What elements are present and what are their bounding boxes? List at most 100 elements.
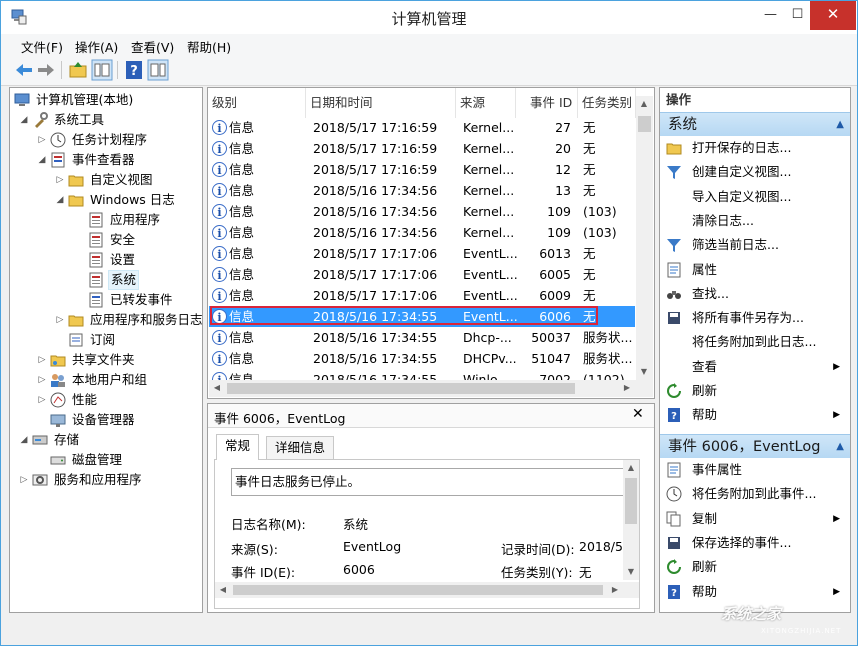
tree-label: 已转发事件 — [108, 290, 175, 310]
close-icon[interactable]: ✕ — [632, 406, 644, 422]
scroll-right-arrow-icon[interactable]: ▶ — [619, 380, 635, 396]
column-source[interactable]: 来源 — [456, 88, 516, 118]
up-folder-icon[interactable] — [67, 59, 89, 81]
actions-section-event[interactable]: 事件 6006，EventLog ▲ — [660, 434, 850, 458]
horizontal-scrollbar[interactable]: ◀ ▶ — [209, 380, 637, 397]
scroll-up-arrow-icon[interactable]: ▲ — [636, 96, 652, 112]
action-item[interactable]: 将所有事件另存为... — [660, 306, 850, 330]
table-row[interactable]: 信息2018/5/17 17:16:59Kernel...12无 — [209, 159, 635, 180]
scroll-left-arrow-icon[interactable]: ◀ — [215, 582, 231, 598]
collapse-arrow-icon[interactable]: ◢ — [54, 190, 66, 210]
submenu-arrow-icon: ▶ — [833, 507, 840, 531]
vertical-scrollbar[interactable]: ▲ ▼ — [623, 460, 639, 580]
action-item[interactable]: 导入自定义视图... — [660, 185, 850, 209]
console-tree[interactable]: 计算机管理(本地) ◢ 系统工具 ▷ 任务计划程序 ◢ 事件查看器 ▷ 自定义视… — [9, 87, 203, 613]
log-name-label: 日志名称(M): — [231, 514, 306, 533]
info-icon — [212, 183, 227, 198]
vertical-scrollbar[interactable]: ▲ ▼ — [636, 96, 653, 380]
table-row[interactable]: 信息2018/5/17 17:17:06EventL...6005无 — [209, 264, 635, 285]
performance-icon — [50, 392, 66, 408]
table-row[interactable]: 信息2018/5/16 17:34:56Kernel...109(103) — [209, 222, 635, 243]
action-item[interactable]: 创建自定义视图... — [660, 160, 850, 184]
action-item[interactable]: ?帮助▶ — [660, 403, 850, 427]
table-row[interactable]: 信息2018/5/16 17:34:55DHCPv...51047服务状... — [209, 348, 635, 369]
collapse-arrow-icon[interactable]: ◢ — [36, 150, 48, 170]
scrollbar-thumb[interactable] — [227, 383, 575, 394]
date-time-cell: 2018/5/17 17:16:59 — [313, 159, 457, 180]
maximize-button[interactable]: ☐ — [784, 1, 811, 30]
action-item[interactable]: 将任务附加到此事件... — [660, 482, 850, 506]
expand-arrow-icon[interactable]: ▷ — [36, 390, 48, 410]
expand-arrow-icon[interactable]: ▷ — [36, 350, 48, 370]
source-cell: Kernel... — [463, 117, 519, 138]
action-item[interactable]: 复制▶ — [660, 507, 850, 531]
expand-arrow-icon[interactable]: ▷ — [36, 370, 48, 390]
collapse-caret-icon[interactable]: ▲ — [836, 435, 844, 459]
collapse-arrow-icon[interactable]: ◢ — [18, 430, 30, 450]
back-arrow-icon[interactable] — [13, 59, 35, 81]
expand-arrow-icon[interactable]: ▷ — [54, 310, 66, 330]
show-hide-console-tree-icon[interactable] — [91, 59, 113, 81]
tab-details[interactable]: 详细信息 — [266, 436, 334, 460]
task-category-cell: 无 — [583, 117, 635, 138]
action-item[interactable]: 保存选择的事件... — [660, 531, 850, 555]
menu-file[interactable]: 文件(F) — [21, 37, 63, 56]
column-event-id[interactable]: 事件 ID — [516, 88, 578, 118]
title-bar[interactable]: 计算机管理 — ☐ ✕ — [1, 1, 857, 34]
column-task-category[interactable]: 任务类别 — [578, 88, 636, 118]
action-item[interactable]: 刷新 — [660, 555, 850, 579]
info-icon — [212, 204, 227, 219]
action-item[interactable]: 将任务附加到此日志... — [660, 330, 850, 354]
action-item[interactable]: 查找... — [660, 282, 850, 306]
action-item[interactable]: 事件属性 — [660, 458, 850, 482]
table-row[interactable]: 信息2018/5/16 17:34:56Kernel...109(103) — [209, 201, 635, 222]
close-button[interactable]: ✕ — [810, 1, 856, 30]
task-category-cell: 无 — [583, 180, 635, 201]
help-icon[interactable]: ? — [123, 59, 145, 81]
action-item[interactable]: 刷新 — [660, 379, 850, 403]
scroll-down-arrow-icon[interactable]: ▼ — [623, 564, 639, 580]
table-row[interactable]: 信息2018/5/16 17:34:56Kernel...13无 — [209, 180, 635, 201]
tree-label: 安全 — [108, 230, 137, 250]
scrollbar-thumb[interactable] — [625, 478, 637, 524]
action-item[interactable]: 筛选当前日志... — [660, 233, 850, 257]
column-date-time[interactable]: 日期和时间 — [306, 88, 456, 118]
action-item[interactable]: 清除日志... — [660, 209, 850, 233]
collapse-arrow-icon[interactable]: ◢ — [18, 110, 30, 130]
expand-arrow-icon[interactable]: ▷ — [54, 170, 66, 190]
forward-arrow-icon[interactable] — [35, 59, 57, 81]
minimize-button[interactable]: — — [757, 1, 784, 30]
tab-general[interactable]: 常规 — [216, 434, 259, 460]
expand-arrow-icon[interactable]: ▷ — [36, 130, 48, 150]
event-message[interactable]: 事件日志服务已停止。 — [231, 468, 623, 496]
event-id-cell: 109 — [519, 201, 571, 222]
table-row[interactable]: 信息2018/5/17 17:16:59Kernel...20无 — [209, 138, 635, 159]
table-row[interactable]: 信息2018/5/16 17:34:55Dhcp-...50037服务状... — [209, 327, 635, 348]
scrollbar-thumb[interactable] — [233, 585, 603, 595]
task-category-cell: 无 — [583, 285, 635, 306]
collapse-caret-icon[interactable]: ▲ — [836, 113, 844, 137]
menu-action[interactable]: 操作(A) — [75, 37, 118, 56]
date-time-cell: 2018/5/16 17:34:56 — [313, 222, 457, 243]
table-row[interactable]: 信息2018/5/17 17:16:59Kernel...27无 — [209, 117, 635, 138]
device-manager-icon — [50, 412, 66, 428]
menu-help[interactable]: 帮助(H) — [187, 37, 231, 56]
show-hide-action-pane-icon[interactable] — [147, 59, 169, 81]
table-row[interactable]: 信息2018/5/17 17:17:06EventL...6009无 — [209, 285, 635, 306]
scrollbar-thumb[interactable] — [638, 116, 651, 132]
action-item[interactable]: 查看▶ — [660, 355, 850, 379]
action-item[interactable]: 打开保存的日志... — [660, 136, 850, 160]
action-item[interactable]: 属性 — [660, 258, 850, 282]
event-list[interactable]: 级别 日期和时间 来源 事件 ID 任务类别 信息2018/5/17 17:16… — [207, 87, 655, 399]
scroll-down-arrow-icon[interactable]: ▼ — [636, 364, 652, 380]
action-item[interactable]: ?帮助▶ — [660, 580, 850, 604]
scroll-left-arrow-icon[interactable]: ◀ — [209, 380, 225, 396]
expand-arrow-icon[interactable]: ▷ — [18, 470, 30, 490]
scroll-up-arrow-icon[interactable]: ▲ — [623, 460, 639, 476]
actions-section-system[interactable]: 系统 ▲ — [660, 112, 850, 136]
menu-view[interactable]: 查看(V) — [131, 37, 174, 56]
scroll-right-arrow-icon[interactable]: ▶ — [607, 582, 623, 598]
horizontal-scrollbar[interactable]: ◀ ▶ — [215, 582, 639, 598]
column-level[interactable]: 级别 — [208, 88, 306, 118]
table-row[interactable]: 信息2018/5/17 17:17:06EventL...6013无 — [209, 243, 635, 264]
